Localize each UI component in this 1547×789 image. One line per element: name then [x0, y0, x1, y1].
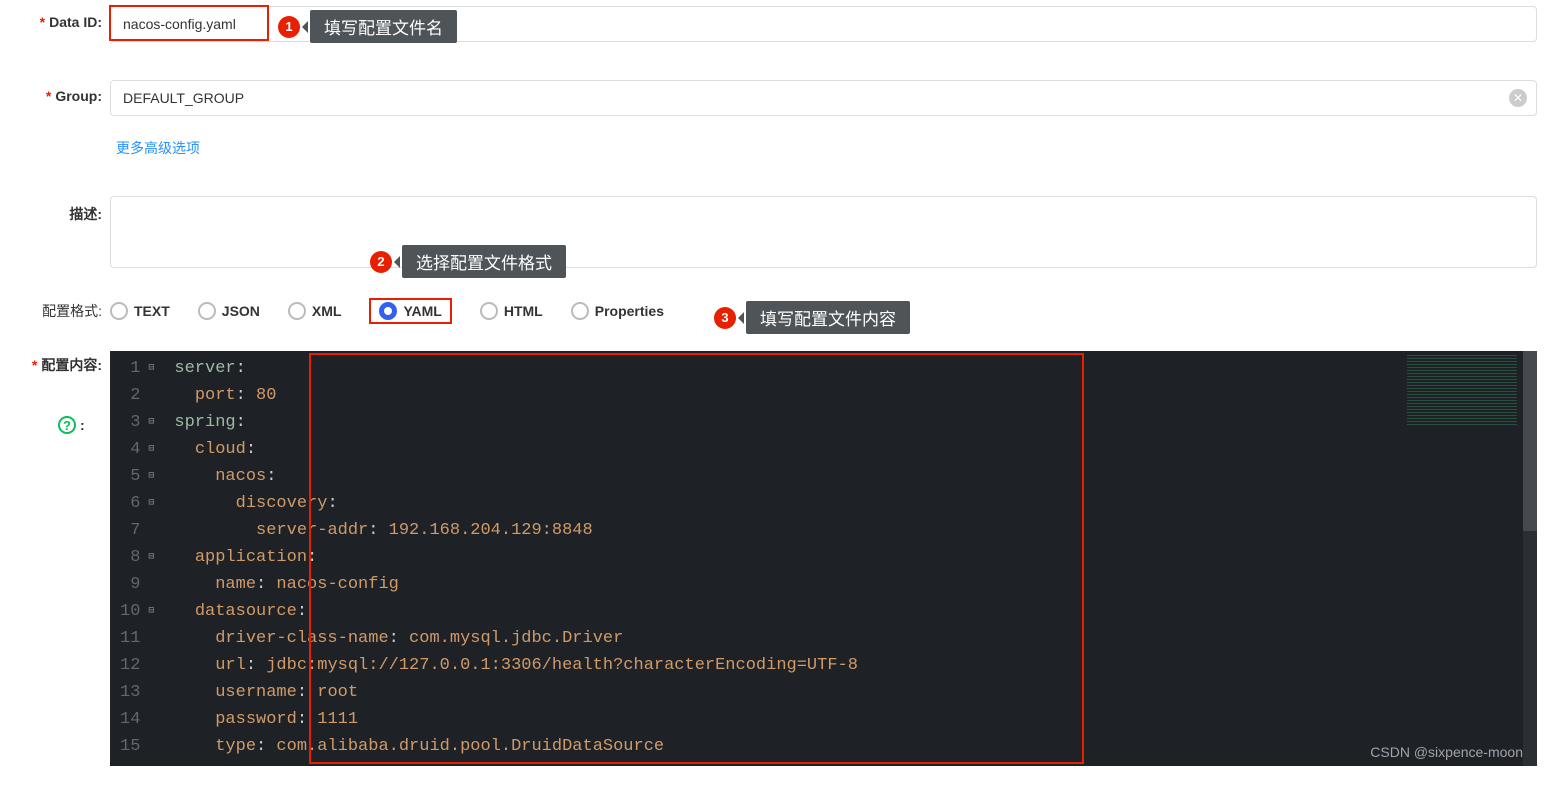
desc-label: 描述:	[10, 196, 110, 224]
radio-circle-icon	[288, 302, 306, 320]
format-radio-json[interactable]: JSON	[198, 302, 260, 320]
help-icon[interactable]: ?	[58, 416, 76, 434]
code-editor[interactable]: 1⊟2 3⊟4⊟5⊟6⊟7 8⊟9 10⊟11 12 13 14 15 serv…	[110, 351, 1537, 766]
badge-1: 1	[278, 16, 300, 38]
radio-circle-icon	[110, 302, 128, 320]
format-radio-html[interactable]: HTML	[480, 302, 543, 320]
radio-circle-icon	[379, 302, 397, 320]
callout-3: 填写配置文件内容	[746, 301, 910, 334]
format-radio-xml[interactable]: XML	[288, 302, 342, 320]
format-label: 配置格式:	[10, 293, 110, 321]
highlight-dataid	[109, 5, 269, 41]
more-options-link[interactable]: 更多高级选项	[110, 128, 1537, 168]
group-input[interactable]	[110, 80, 1537, 116]
format-radio-yaml[interactable]: YAML	[369, 298, 451, 324]
badge-2: 2	[370, 251, 392, 273]
clear-group-icon[interactable]: ✕	[1509, 89, 1527, 107]
callout-1: 填写配置文件名	[310, 10, 457, 43]
data-id-label: *Data ID:	[10, 6, 110, 30]
watermark: CSDN @sixpence-moon	[1370, 744, 1523, 760]
content-label: *配置内容:	[10, 351, 110, 375]
format-radio-properties[interactable]: Properties	[571, 302, 664, 320]
callout-2: 选择配置文件格式	[402, 245, 566, 278]
radio-circle-icon	[480, 302, 498, 320]
radio-circle-icon	[198, 302, 216, 320]
format-radio-text[interactable]: TEXT	[110, 302, 170, 320]
desc-input[interactable]	[110, 196, 1537, 268]
radio-circle-icon	[571, 302, 589, 320]
badge-3: 3	[714, 307, 736, 329]
group-label: *Group:	[10, 80, 110, 104]
scrollbar-vertical[interactable]	[1523, 351, 1537, 766]
